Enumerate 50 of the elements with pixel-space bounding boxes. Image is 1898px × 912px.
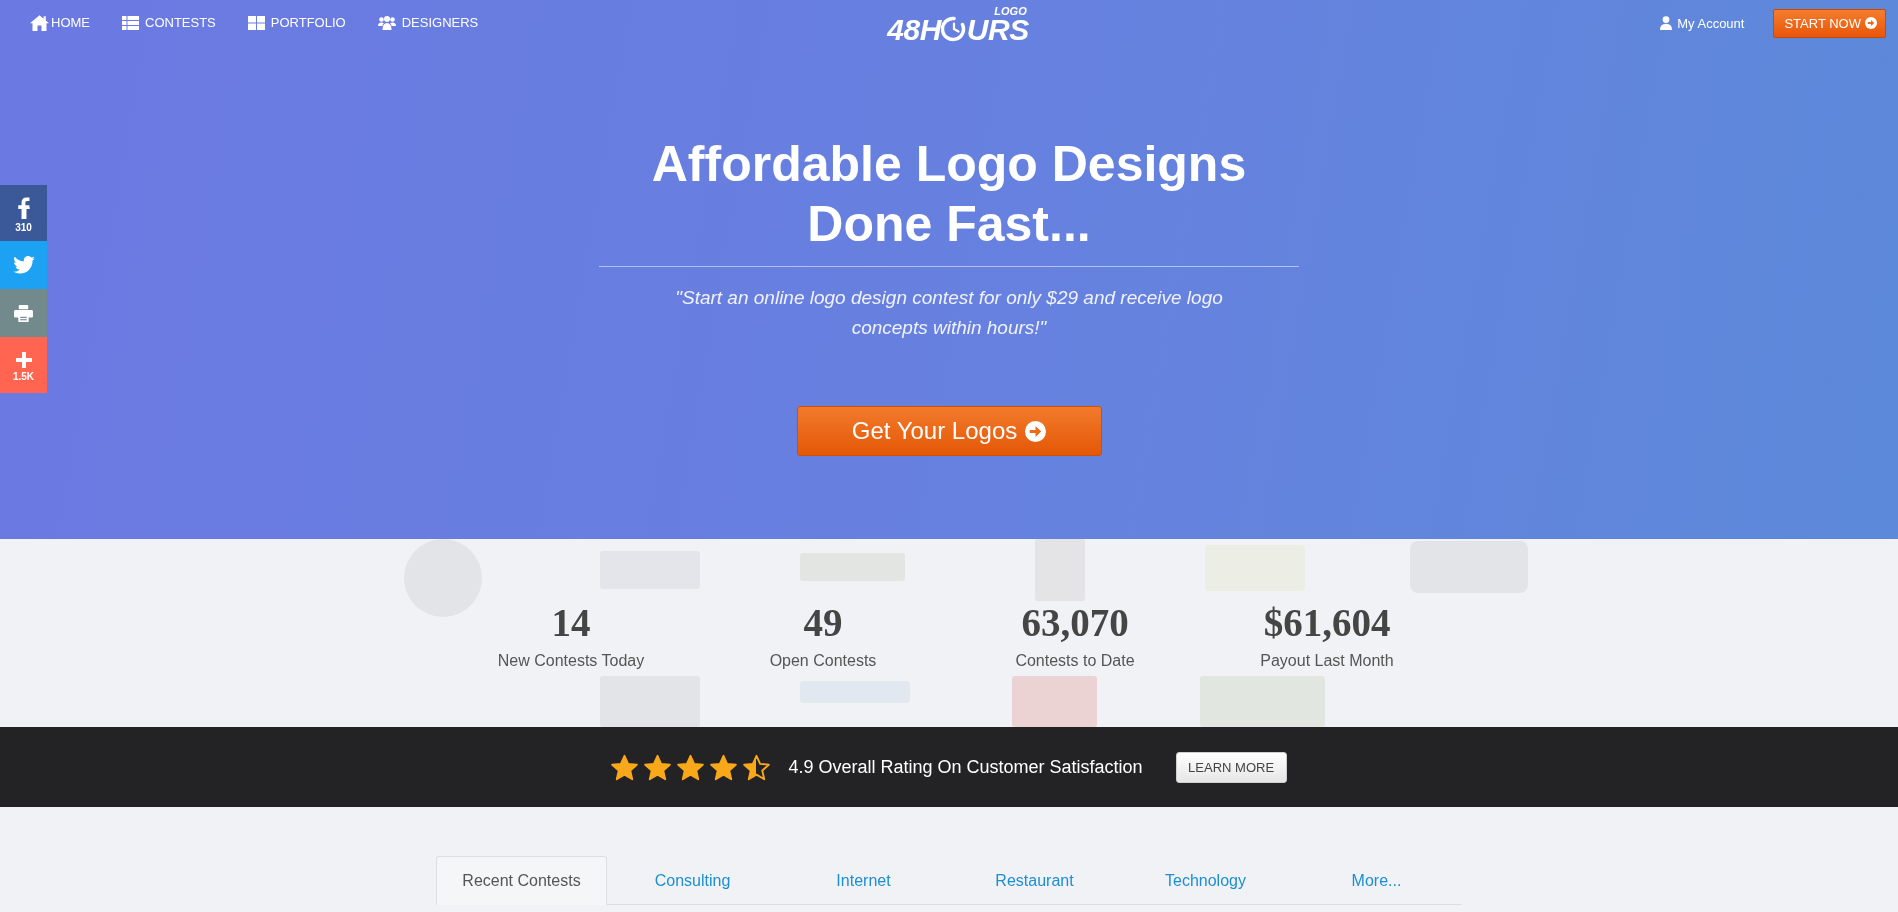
arrow-circle-icon xyxy=(1865,17,1877,29)
users-icon xyxy=(377,16,396,30)
star-icon xyxy=(677,753,705,781)
star-icon xyxy=(710,753,738,781)
stat-value: $61,604 xyxy=(1263,601,1391,645)
learn-more-button[interactable]: LEARN MORE xyxy=(1175,751,1287,783)
facebook-icon xyxy=(17,196,30,219)
category-tab[interactable]: Restaurant xyxy=(949,856,1120,905)
get-logos-button[interactable]: Get Your Logos xyxy=(796,406,1102,456)
stat-label: Open Contests xyxy=(769,651,877,671)
nav-link[interactable]: HOME xyxy=(30,15,90,31)
stat-label: New Contests Today xyxy=(497,651,645,671)
stat-value: 49 xyxy=(803,601,843,645)
stat-value: 14 xyxy=(551,601,591,645)
plus-icon xyxy=(15,351,32,368)
star-icon xyxy=(611,753,639,781)
nav-link[interactable]: PORTFOLIO xyxy=(247,15,346,31)
arrow-circle-icon xyxy=(1025,420,1047,442)
category-tab[interactable]: Technology xyxy=(1120,856,1291,905)
star-icon xyxy=(743,753,771,781)
rating-text: 4.9 Overall Rating On Customer Satisfaction xyxy=(788,756,1143,778)
list-icon xyxy=(122,16,139,30)
stat-label: Payout Last Month xyxy=(1260,651,1394,671)
twitter-share-button[interactable] xyxy=(0,241,47,289)
print-button[interactable] xyxy=(0,289,47,337)
printer-icon xyxy=(14,304,33,322)
facebook-share-button[interactable]: 310 xyxy=(0,185,47,241)
bird-icon xyxy=(12,256,35,274)
account-link[interactable]: My Account xyxy=(1660,15,1745,31)
grid-icon xyxy=(247,16,265,30)
home-icon xyxy=(30,15,49,31)
category-tab[interactable]: Internet xyxy=(778,856,949,905)
hero-title: Affordable Logo Designs Done Fast... xyxy=(650,135,1248,254)
stat-label: Contests to Date xyxy=(1015,651,1135,671)
star-icon xyxy=(644,753,672,781)
logo-text: 48H xyxy=(887,15,941,43)
start-now-button[interactable]: START NOW xyxy=(1773,8,1886,38)
logo-tagline: LOGO xyxy=(994,5,1027,16)
nav-link[interactable]: DESIGNERS xyxy=(377,15,479,31)
more-share-button[interactable]: 1.5K xyxy=(0,337,47,393)
user-icon xyxy=(1660,16,1673,30)
nav-link[interactable]: CONTESTS xyxy=(122,15,216,31)
clock-icon xyxy=(940,16,967,42)
category-tab[interactable]: Consulting xyxy=(607,856,778,905)
logo-text: URS xyxy=(966,15,1029,43)
stat-value: 63,070 xyxy=(1021,601,1129,645)
logo-placeholder xyxy=(1035,539,1085,601)
category-tab[interactable]: Recent Contests xyxy=(436,856,607,905)
hero-quote: "Start an online logo design contest for only $29 and receive logo concepts within hours!" xyxy=(674,286,1224,340)
category-tab[interactable]: More... xyxy=(1291,856,1462,905)
